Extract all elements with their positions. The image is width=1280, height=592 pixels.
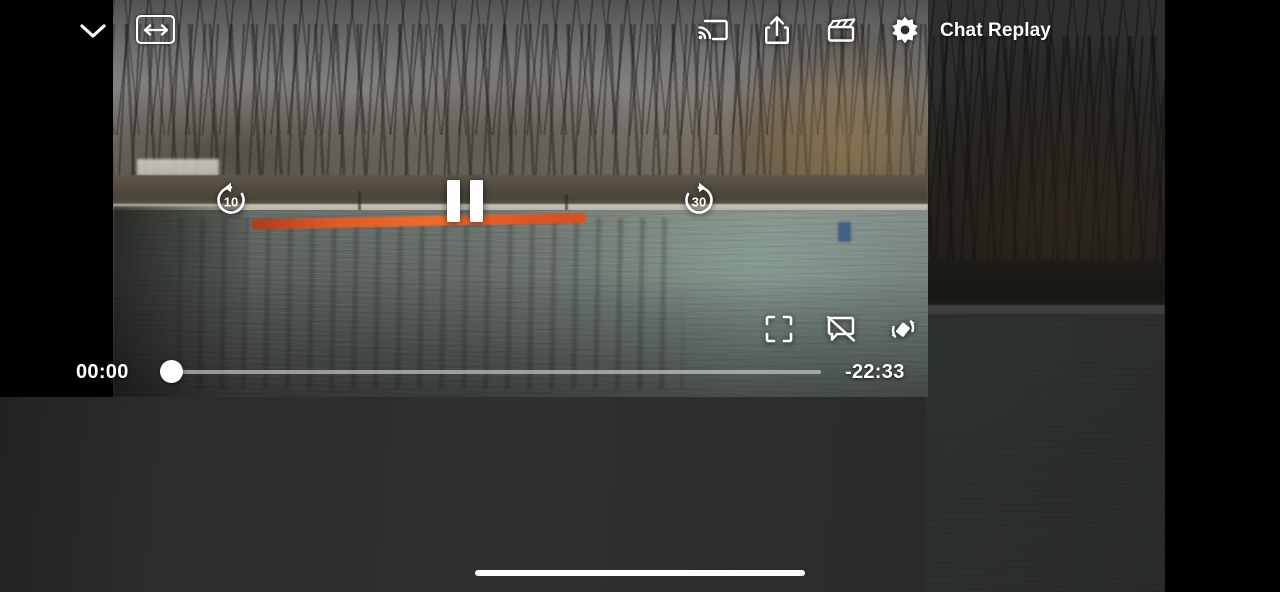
share-button[interactable] bbox=[759, 12, 795, 48]
aspect-ratio-button[interactable] bbox=[136, 15, 175, 44]
tree-reflections bbox=[178, 218, 684, 390]
channel-info-panel: mywalksinparadise Fanning Springs, Flori… bbox=[0, 397, 925, 592]
subtitles-toggle-button[interactable] bbox=[822, 310, 860, 348]
letterbox-right bbox=[1165, 0, 1280, 592]
rotate-screen-button[interactable] bbox=[884, 310, 922, 348]
clip-button[interactable] bbox=[823, 12, 859, 48]
fullscreen-icon bbox=[765, 315, 793, 343]
svg-text:10: 10 bbox=[224, 195, 238, 210]
aspect-ratio-expand-icon bbox=[143, 23, 168, 36]
seek-track[interactable] bbox=[171, 370, 821, 374]
rewind-10-button[interactable]: 10 bbox=[211, 180, 251, 220]
remaining-time-label: -22:33 bbox=[845, 361, 905, 383]
current-time-label: 00:00 bbox=[76, 361, 129, 383]
collapse-player-button[interactable] bbox=[74, 12, 112, 50]
player-top-actions bbox=[695, 12, 923, 48]
fullscreen-button[interactable] bbox=[760, 310, 798, 348]
player-bottom-actions bbox=[760, 310, 922, 348]
cast-icon bbox=[698, 19, 728, 41]
settings-gear-icon bbox=[892, 16, 918, 44]
share-icon bbox=[765, 16, 789, 45]
video-player-screen: Chat Replay 10 30 00:00 -22:33 bbox=[0, 0, 1280, 592]
forward-30-icon: 30 bbox=[685, 182, 713, 214]
svg-text:30: 30 bbox=[692, 195, 706, 210]
pause-button[interactable] bbox=[443, 180, 487, 222]
clip-icon bbox=[827, 18, 856, 42]
chevron-down-icon bbox=[80, 24, 106, 38]
seek-thumb[interactable] bbox=[160, 360, 183, 383]
home-indicator bbox=[475, 570, 805, 576]
settings-button[interactable] bbox=[887, 12, 923, 48]
cast-button[interactable] bbox=[695, 12, 731, 48]
pause-bar-right bbox=[470, 180, 483, 222]
rotate-screen-icon bbox=[891, 320, 915, 338]
forward-30-button[interactable]: 30 bbox=[679, 180, 719, 220]
pause-bar-left bbox=[447, 180, 460, 222]
rewind-10-icon: 10 bbox=[217, 182, 245, 214]
subtitles-off-icon bbox=[826, 315, 856, 342]
blue-object bbox=[837, 222, 851, 243]
chat-replay-label[interactable]: Chat Replay bbox=[940, 20, 1051, 42]
